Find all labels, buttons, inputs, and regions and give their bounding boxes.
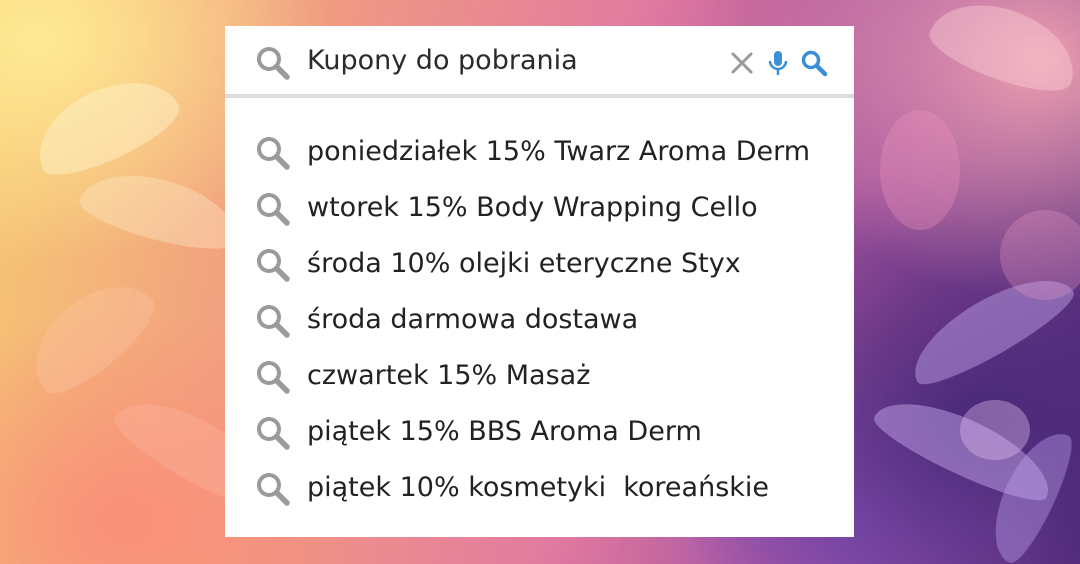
suggestion-text: środa darmowa dostawa: [307, 304, 639, 335]
background-bud: [1000, 210, 1080, 300]
background-petal: [22, 61, 188, 189]
search-icon: [257, 193, 290, 226]
suggestion-text: czwartek 15% Masaż: [307, 360, 591, 391]
search-widget: Kupony do pobrania poniedziałek 15% Twar…: [225, 26, 854, 537]
suggestion-text: środa 10% olejki eteryczne Styx: [307, 248, 741, 279]
background-bud: [880, 110, 960, 230]
search-icon: [257, 47, 290, 80]
suggestion-list: poniedziałek 15% Twarz Aroma Derm wtorek…: [225, 133, 854, 525]
search-icon: [257, 137, 290, 170]
search-icon: [257, 473, 290, 506]
suggestion-text: piątek 10% kosmetyki koreańskie: [307, 472, 770, 503]
search-query-text[interactable]: Kupony do pobrania: [307, 43, 578, 79]
search-icon: [257, 417, 290, 450]
search-icon: [257, 361, 290, 394]
suggestion-item[interactable]: piątek 15% BBS Aroma Derm: [225, 413, 854, 469]
suggestion-item[interactable]: piątek 10% kosmetyki koreańskie: [225, 469, 854, 525]
suggestion-item[interactable]: poniedziałek 15% Twarz Aroma Derm: [225, 133, 854, 189]
suggestion-text: wtorek 15% Body Wrapping Cello: [307, 192, 758, 223]
suggestion-item[interactable]: środa darmowa dostawa: [225, 301, 854, 357]
suggestion-item[interactable]: czwartek 15% Masaż: [225, 357, 854, 413]
search-bar[interactable]: Kupony do pobrania: [225, 26, 854, 98]
search-icon: [257, 249, 290, 282]
search-actions: [728, 48, 828, 78]
background-petal: [922, 0, 1080, 104]
search-submit-icon[interactable]: [800, 49, 828, 77]
suggestion-item[interactable]: wtorek 15% Body Wrapping Cello: [225, 189, 854, 245]
background-petal: [13, 263, 167, 407]
search-icon: [257, 305, 290, 338]
microphone-icon[interactable]: [764, 49, 792, 77]
close-icon[interactable]: [728, 49, 756, 77]
background-flower-center: [960, 400, 1030, 460]
suggestion-text: poniedziałek 15% Twarz Aroma Derm: [307, 136, 811, 167]
suggestion-text: piątek 15% BBS Aroma Derm: [307, 416, 702, 447]
suggestion-item[interactable]: środa 10% olejki eteryczne Styx: [225, 245, 854, 301]
background-petal: [74, 160, 246, 260]
